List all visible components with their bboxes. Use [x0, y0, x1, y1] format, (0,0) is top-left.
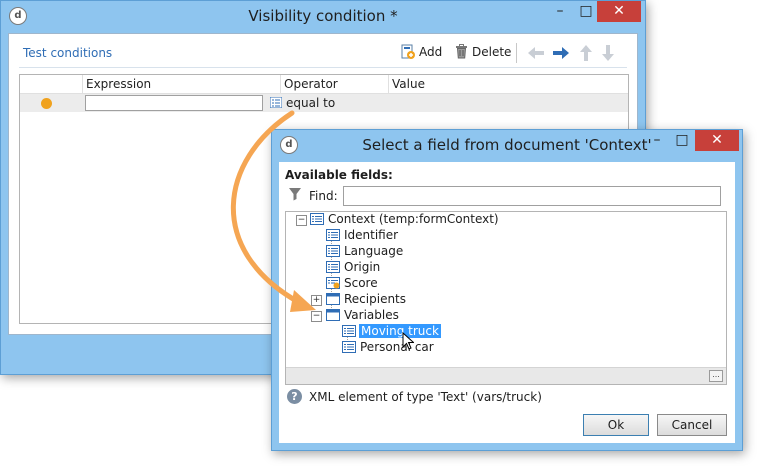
- element-icon: [326, 293, 340, 305]
- element-icon: [326, 245, 340, 257]
- element-icon: [326, 309, 340, 321]
- tree-node-label: Recipients: [344, 292, 407, 306]
- column-separator: [388, 75, 389, 93]
- find-label: Find:: [309, 189, 338, 203]
- column-header-expression[interactable]: Expression: [86, 77, 151, 91]
- cancel-button[interactable]: Cancel: [657, 414, 727, 436]
- arrow-right-icon[interactable]: [552, 46, 570, 60]
- more-options-button[interactable]: ...: [709, 370, 723, 382]
- column-header-value[interactable]: Value: [392, 77, 425, 91]
- mouse-cursor-icon: [402, 332, 414, 350]
- title-bar[interactable]: d Visibility condition * – □ ✕: [1, 1, 645, 31]
- add-label: Add: [419, 45, 443, 59]
- arrow-up-icon[interactable]: [579, 44, 593, 62]
- maximize-button[interactable]: □: [669, 130, 695, 151]
- ok-button[interactable]: Ok: [583, 414, 649, 436]
- dialog-title-bar[interactable]: d Select a field from document 'Context'…: [272, 130, 742, 160]
- column-separator: [82, 75, 83, 93]
- element-icon: [310, 213, 324, 225]
- collapse-toggle[interactable]: −: [296, 215, 307, 226]
- element-icon: [342, 325, 356, 337]
- find-input[interactable]: [343, 186, 721, 206]
- expand-toggle[interactable]: +: [311, 295, 322, 306]
- list-icon: [270, 97, 282, 108]
- trash-icon: [456, 44, 467, 59]
- delete-button[interactable]: Delete: [455, 44, 511, 59]
- grid-header: Expression Operator Value: [20, 75, 628, 94]
- element-icon: [326, 229, 340, 241]
- close-button[interactable]: ✕: [597, 1, 641, 22]
- add-button[interactable]: Add: [401, 44, 442, 60]
- element-icon: [342, 341, 356, 353]
- delete-label: Delete: [472, 44, 512, 59]
- field-description: XML element of type 'Text' (vars/truck): [309, 390, 542, 404]
- column-header-operator[interactable]: Operator: [284, 77, 338, 91]
- minimize-button[interactable]: –: [547, 1, 573, 22]
- numeric-field-icon: [326, 277, 340, 289]
- tree-node-label: Score: [344, 276, 378, 290]
- tree-node-label: Personal car: [360, 340, 434, 354]
- tree-footer: ...: [286, 367, 726, 384]
- expression-input[interactable]: [85, 95, 263, 111]
- filter-icon: [289, 188, 301, 201]
- test-conditions-link[interactable]: Test conditions: [23, 46, 112, 60]
- tree-node-label: Origin: [344, 260, 381, 274]
- arrow-down-icon[interactable]: [601, 44, 615, 62]
- tree-node-label: Context (temp:formContext): [328, 212, 499, 226]
- dialog-content: Available fields: Find: − Context (temp:…: [279, 162, 735, 443]
- tree-node-label: Language: [344, 244, 404, 258]
- minimize-button[interactable]: –: [644, 130, 670, 151]
- toolbar-separator: [516, 43, 517, 63]
- maximize-button[interactable]: □: [573, 1, 599, 22]
- close-button[interactable]: ✕: [695, 130, 739, 151]
- toolbar-divider: [19, 67, 627, 68]
- add-icon: [401, 44, 415, 59]
- collapse-toggle[interactable]: −: [311, 311, 322, 322]
- column-separator: [280, 75, 281, 93]
- tree-node-label-selected: Moving truck: [358, 323, 442, 339]
- row-marker-icon: [41, 98, 52, 109]
- select-field-dialog: d Select a field from document 'Context'…: [271, 129, 743, 451]
- fields-tree[interactable]: − Context (temp:formContext) Identifier: [285, 211, 727, 385]
- arrow-left-icon[interactable]: [527, 46, 545, 60]
- tree-node-label: Variables: [344, 308, 399, 322]
- available-fields-label: Available fields:: [285, 168, 393, 182]
- operator-value[interactable]: equal to: [286, 96, 335, 110]
- help-icon: ?: [287, 389, 302, 404]
- element-icon: [326, 261, 340, 273]
- tree-node-label: Identifier: [344, 228, 399, 242]
- table-row[interactable]: equal to: [20, 94, 628, 112]
